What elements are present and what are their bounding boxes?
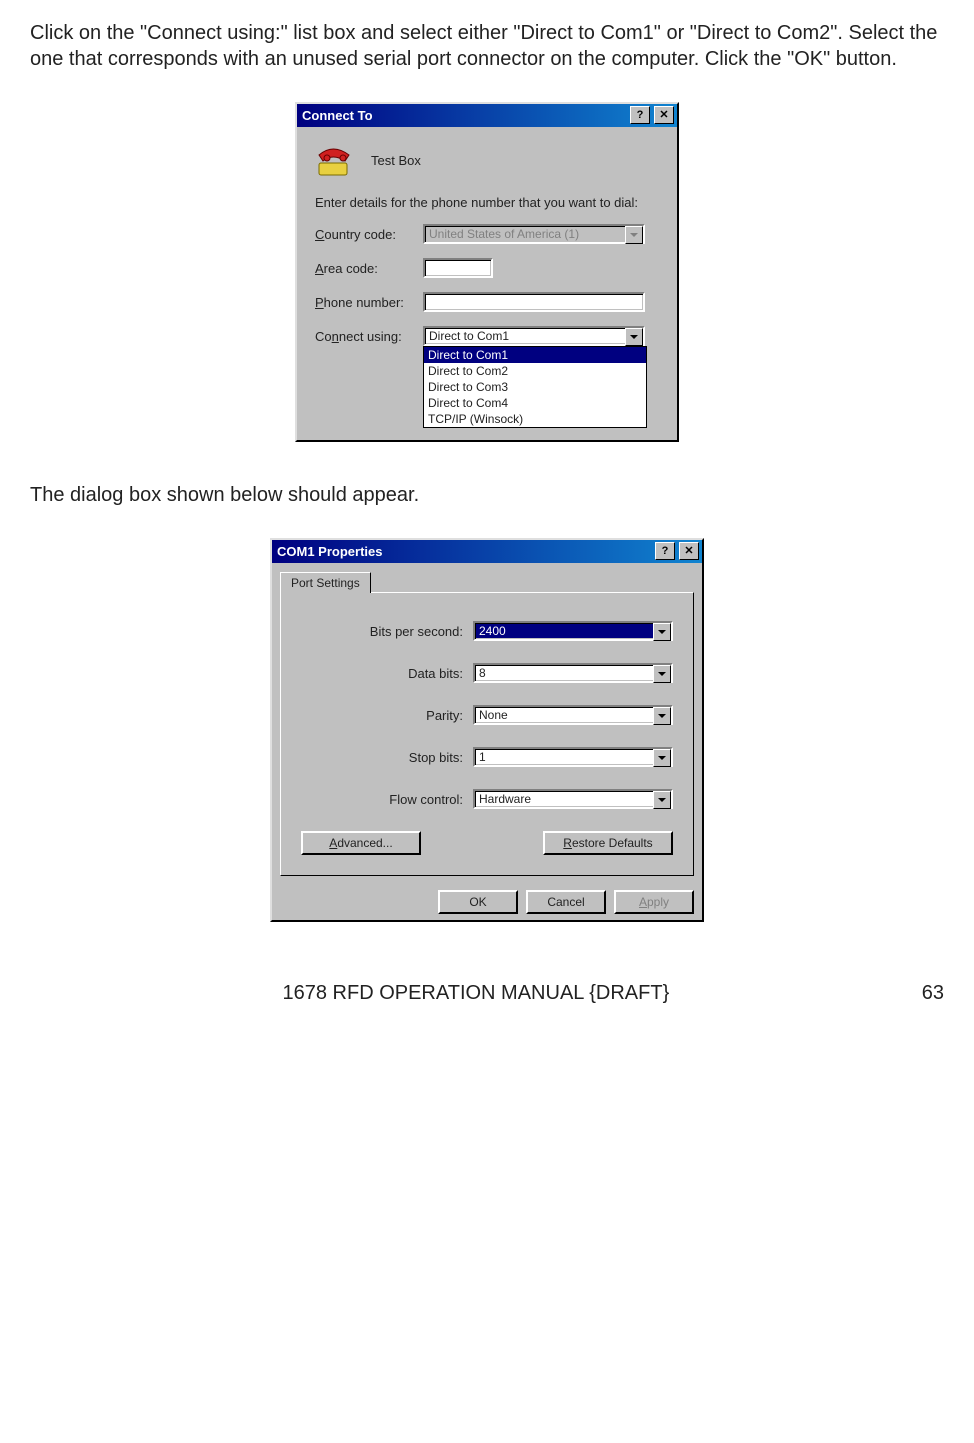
list-item[interactable]: Direct to Com3 bbox=[424, 379, 646, 395]
apply-button[interactable]: Apply bbox=[614, 890, 694, 914]
page-number: 63 bbox=[922, 982, 944, 1005]
connect-using-label: Connect using: bbox=[315, 329, 423, 344]
instruction-text: Enter details for the phone number that … bbox=[315, 195, 659, 210]
bits-per-second-label: Bits per second: bbox=[370, 624, 463, 639]
list-item[interactable]: TCP/IP (Winsock) bbox=[424, 411, 646, 427]
dropdown-arrow-icon[interactable] bbox=[653, 791, 671, 809]
connect-to-dialog: Connect To ? ✕ Test Box Enter details fo… bbox=[295, 102, 679, 442]
list-item[interactable]: Direct to Com4 bbox=[424, 395, 646, 411]
dropdown-arrow-icon bbox=[625, 226, 643, 244]
data-bits-label: Data bits: bbox=[408, 666, 463, 681]
close-button[interactable]: ✕ bbox=[679, 542, 699, 560]
titlebar: COM1 Properties ? ✕ bbox=[272, 540, 702, 563]
flow-control-label: Flow control: bbox=[389, 792, 463, 807]
connect-using-dropdown-list[interactable]: Direct to Com1 Direct to Com2 Direct to … bbox=[423, 346, 647, 428]
help-button[interactable]: ? bbox=[630, 106, 650, 124]
help-button[interactable]: ? bbox=[655, 542, 675, 560]
dropdown-arrow-icon[interactable] bbox=[653, 665, 671, 683]
figure-com1-properties: COM1 Properties ? ✕ Port Settings Bits p… bbox=[30, 538, 944, 922]
tab-port-settings[interactable]: Port Settings bbox=[280, 572, 371, 593]
phone-number-input[interactable] bbox=[423, 292, 645, 312]
instruction-paragraph-2: The dialog box shown below should appear… bbox=[30, 482, 944, 508]
com1-properties-dialog: COM1 Properties ? ✕ Port Settings Bits p… bbox=[270, 538, 704, 922]
close-button[interactable]: ✕ bbox=[654, 106, 674, 124]
list-item[interactable]: Direct to Com2 bbox=[424, 363, 646, 379]
cancel-button[interactable]: Cancel bbox=[526, 890, 606, 914]
country-code-label: Country code: bbox=[315, 227, 423, 242]
bits-per-second-combo[interactable]: 2400 bbox=[473, 621, 673, 641]
tab-panel: Bits per second: 2400 Data bits: 8 Parit… bbox=[280, 592, 694, 876]
ok-button[interactable]: OK bbox=[438, 890, 518, 914]
icon-label: Test Box bbox=[371, 153, 421, 168]
instruction-paragraph-1: Click on the "Connect using:" list box a… bbox=[30, 20, 944, 72]
figure-connect-to: Connect To ? ✕ Test Box Enter details fo… bbox=[30, 102, 944, 442]
restore-defaults-button[interactable]: Restore Defaults bbox=[543, 831, 673, 855]
stop-bits-combo[interactable]: 1 bbox=[473, 747, 673, 767]
dropdown-arrow-icon[interactable] bbox=[625, 328, 643, 346]
dropdown-arrow-icon[interactable] bbox=[653, 623, 671, 641]
country-code-combo: United States of America (1) bbox=[423, 224, 645, 244]
dialog-title: Connect To bbox=[302, 108, 626, 123]
phone-icon bbox=[315, 141, 355, 179]
list-item[interactable]: Direct to Com1 bbox=[424, 347, 646, 363]
parity-combo[interactable]: None bbox=[473, 705, 673, 725]
dropdown-arrow-icon[interactable] bbox=[653, 749, 671, 767]
area-code-label: Area code: bbox=[315, 261, 423, 276]
flow-control-combo[interactable]: Hardware bbox=[473, 789, 673, 809]
dialog-button-row: OK Cancel Apply bbox=[272, 884, 702, 920]
footer-title: 1678 RFD OPERATION MANUAL {DRAFT} bbox=[282, 982, 669, 1005]
connect-using-combo[interactable]: Direct to Com1 bbox=[423, 326, 645, 346]
data-bits-combo[interactable]: 8 bbox=[473, 663, 673, 683]
phone-number-label: Phone number: bbox=[315, 295, 423, 310]
dialog-title: COM1 Properties bbox=[277, 544, 651, 559]
area-code-input[interactable] bbox=[423, 258, 493, 278]
page-footer: 1678 RFD OPERATION MANUAL {DRAFT} 63 bbox=[30, 982, 944, 1005]
stop-bits-label: Stop bits: bbox=[409, 750, 463, 765]
advanced-button[interactable]: Advanced... bbox=[301, 831, 421, 855]
dropdown-arrow-icon[interactable] bbox=[653, 707, 671, 725]
parity-label: Parity: bbox=[426, 708, 463, 723]
titlebar: Connect To ? ✕ bbox=[297, 104, 677, 127]
